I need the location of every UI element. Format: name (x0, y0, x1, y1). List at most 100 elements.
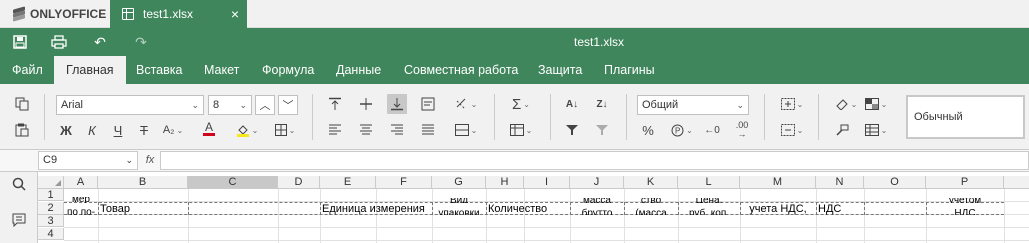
row-header[interactable]: 1 (38, 189, 64, 201)
align-justify-icon[interactable] (418, 120, 438, 140)
row-header[interactable]: 4 (38, 228, 64, 240)
copy-style-icon[interactable] (832, 120, 852, 140)
font-name-select[interactable]: Arial ⌄ (56, 95, 204, 115)
tab-insert[interactable]: Вставка (124, 56, 194, 84)
increase-decimal-icon[interactable]: .00 → (732, 120, 752, 140)
sort-ascending-icon[interactable]: A↓ (562, 94, 582, 114)
subscript-button[interactable]: A₂ ⌄ (160, 120, 186, 140)
column-header[interactable]: O (864, 176, 926, 189)
column-header[interactable]: D (278, 176, 320, 189)
cell-J2-top: масса (570, 198, 624, 203)
table-style-icon[interactable]: ⌄ (862, 120, 890, 140)
insert-function-button[interactable]: fx (140, 151, 160, 170)
sum-button[interactable]: Σ ⌄ (507, 94, 535, 114)
merge-cells-icon[interactable]: ⌄ (452, 120, 480, 140)
tab-collaboration[interactable]: Совместная работа (392, 56, 530, 84)
filter-icon[interactable] (562, 120, 582, 140)
copy-icon[interactable] (12, 94, 32, 114)
decrease-decimal-icon[interactable]: ←0 (702, 120, 722, 140)
close-tab-icon[interactable]: × (231, 7, 239, 21)
column-header[interactable]: A (64, 176, 98, 189)
tab-data[interactable]: Данные (324, 56, 393, 84)
insert-cells-icon[interactable]: ⌄ (778, 94, 806, 114)
column-header[interactable]: K (624, 176, 678, 189)
chevron-down-icon: ⌄ (523, 99, 530, 109)
decrease-font-button[interactable]: ﹀ (278, 95, 298, 115)
align-center-icon[interactable] (356, 120, 376, 140)
formula-input[interactable] (160, 151, 1029, 170)
italic-button[interactable]: К (82, 120, 102, 140)
font-color-button[interactable]: A (196, 118, 222, 138)
chevron-down-icon: ⌄ (191, 100, 199, 110)
align-right-icon[interactable] (387, 120, 407, 140)
column-header[interactable]: I (524, 176, 570, 189)
chevron-down-icon: ⌄ (470, 99, 478, 109)
quick-access-bar: ↶ ↷ test1.xlsx (0, 28, 1029, 56)
app-title-bar: ONLYOFFICE test1.xlsx × (0, 0, 1029, 28)
select-all-corner[interactable] (38, 176, 64, 189)
column-header[interactable]: H (486, 176, 524, 189)
cell-style-normal[interactable]: Обычный (906, 95, 1025, 139)
column-header[interactable]: B (98, 176, 188, 189)
tab-formula[interactable]: Формула (250, 56, 326, 84)
tab-layout[interactable]: Макет (192, 56, 251, 84)
column-header[interactable]: M (740, 176, 816, 189)
cell-M2[interactable]: учета НДС, (740, 203, 816, 215)
cell-G2-bottom: упаковки (438, 208, 480, 215)
row-header[interactable]: 3 (38, 215, 64, 227)
underline-button[interactable]: Ч (108, 120, 128, 140)
cell-G2-top: Вид (432, 198, 486, 203)
font-size-select[interactable]: 8 ⌄ (208, 95, 252, 115)
column-header[interactable]: G (432, 176, 486, 189)
column-header[interactable]: E (320, 176, 376, 189)
cell-B2[interactable]: Товар (100, 203, 186, 215)
cell-A2-top: мер (72, 197, 90, 203)
cell-N2[interactable]: НДС (818, 203, 864, 215)
chevron-down-icon: ⌄ (880, 125, 888, 135)
align-bottom-icon[interactable] (387, 94, 407, 114)
cell-name-box[interactable]: C9 ⌄ (38, 151, 138, 170)
bold-button[interactable]: Ж (56, 120, 76, 140)
spreadsheet-grid[interactable]: A B C D E F G H I J K L M N O P 1 2 3 4 … (38, 172, 1029, 243)
column-header[interactable]: J (570, 176, 624, 189)
insert-table-button[interactable]: ⌄ (507, 120, 535, 140)
cell-L2-bottom: руб. коп. (688, 208, 730, 215)
tab-home[interactable]: Главная (54, 56, 126, 84)
align-left-icon[interactable] (325, 120, 345, 140)
delete-cells-icon[interactable]: ⌄ (778, 120, 806, 140)
format-table-template-icon[interactable]: ⌄ (862, 94, 890, 114)
increase-font-button[interactable]: ︿ (255, 95, 275, 115)
fill-color-button[interactable]: ⌄ (232, 120, 262, 140)
column-header[interactable]: F (376, 176, 432, 189)
cell-H2[interactable]: Количество (488, 203, 570, 215)
cell-K2-top: ство (624, 198, 678, 203)
column-header[interactable]: N (816, 176, 864, 189)
chevron-down-icon: ⌄ (239, 100, 247, 110)
column-header-selected[interactable]: C (188, 176, 278, 189)
wrap-text-icon[interactable] (418, 94, 438, 114)
currency-button[interactable]: P ⌄ (668, 120, 696, 140)
strikethrough-button[interactable]: Т (134, 120, 154, 140)
borders-button[interactable]: ⌄ (270, 120, 300, 140)
tab-file[interactable]: Файл (0, 56, 55, 84)
tab-plugins[interactable]: Плагины (592, 56, 667, 84)
align-middle-icon[interactable] (356, 94, 376, 114)
percent-button[interactable]: % (638, 120, 658, 140)
font-size-value: 8 (213, 99, 220, 111)
column-header[interactable]: P (926, 176, 1004, 189)
paste-icon[interactable] (12, 120, 32, 140)
align-top-icon[interactable] (325, 94, 345, 114)
clear-filter-icon[interactable] (592, 120, 612, 140)
document-tab[interactable]: test1.xlsx × (110, 0, 247, 28)
sort-descending-icon[interactable]: Z↓ (592, 94, 612, 114)
cell-E2[interactable]: Единица измерения (322, 203, 430, 215)
comments-icon[interactable] (9, 210, 29, 230)
orientation-icon[interactable]: ⌄ (452, 94, 480, 114)
tab-protection[interactable]: Защита (526, 56, 594, 84)
clear-icon[interactable]: ⌄ (832, 94, 860, 114)
search-icon[interactable] (9, 174, 29, 194)
column-header[interactable]: L (678, 176, 740, 189)
number-format-select[interactable]: Общий ⌄ (637, 95, 749, 115)
row-header[interactable]: 2 (38, 202, 64, 215)
subscript-label: A₂ (162, 124, 175, 136)
